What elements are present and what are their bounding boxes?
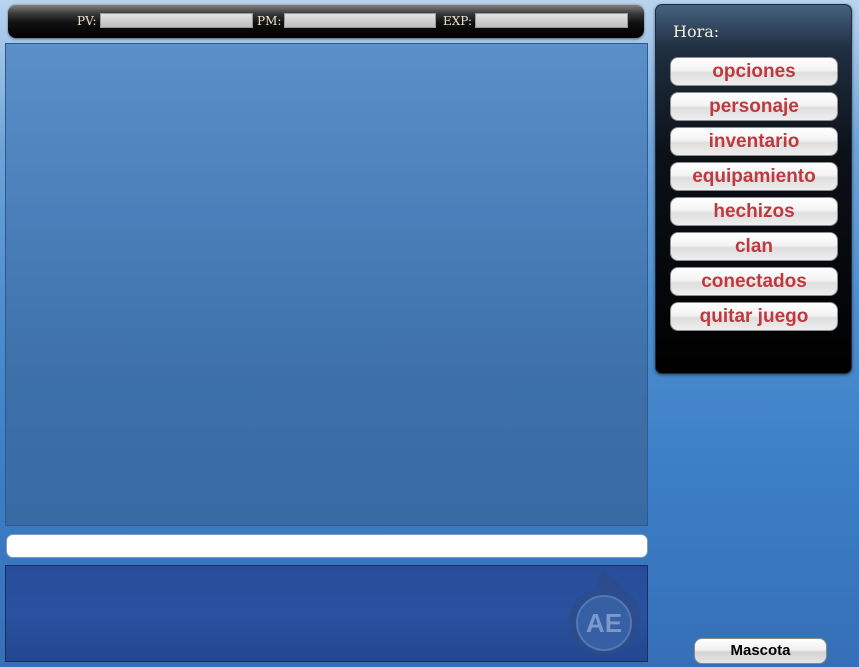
- menu-button-opciones[interactable]: opciones: [670, 57, 838, 86]
- exp-bar: [475, 13, 628, 28]
- pv-label: PV:: [77, 14, 97, 28]
- menu-button-hechizos[interactable]: hechizos: [670, 197, 838, 226]
- menu-button-conectados[interactable]: conectados: [670, 267, 838, 296]
- game-view[interactable]: [5, 43, 648, 526]
- menu-button-quitar-juego[interactable]: quitar juego: [670, 302, 838, 331]
- pm-label: PM:: [257, 14, 282, 28]
- chat-input[interactable]: [6, 534, 648, 558]
- stats-bar: PV: PM: EXP:: [8, 4, 644, 38]
- ae-logo-icon: AE: [568, 571, 640, 655]
- pv-bar: [100, 13, 253, 28]
- ae-logo-text: AE: [586, 608, 622, 638]
- menu-button-clan[interactable]: clan: [670, 232, 838, 261]
- menu-button-inventario[interactable]: inventario: [670, 127, 838, 156]
- exp-label: EXP:: [443, 14, 472, 28]
- menu-button-personaje[interactable]: personaje: [670, 92, 838, 121]
- pm-bar: [284, 13, 436, 28]
- menu-list: opciones personaje inventario equipamien…: [670, 57, 838, 337]
- menu-button-equipamiento[interactable]: equipamiento: [670, 162, 838, 191]
- menu-panel: Hora: opciones personaje inventario equi…: [655, 4, 852, 374]
- hora-label: Hora:: [673, 22, 720, 41]
- chat-log[interactable]: AE: [5, 565, 648, 662]
- mascota-button[interactable]: Mascota: [694, 638, 827, 664]
